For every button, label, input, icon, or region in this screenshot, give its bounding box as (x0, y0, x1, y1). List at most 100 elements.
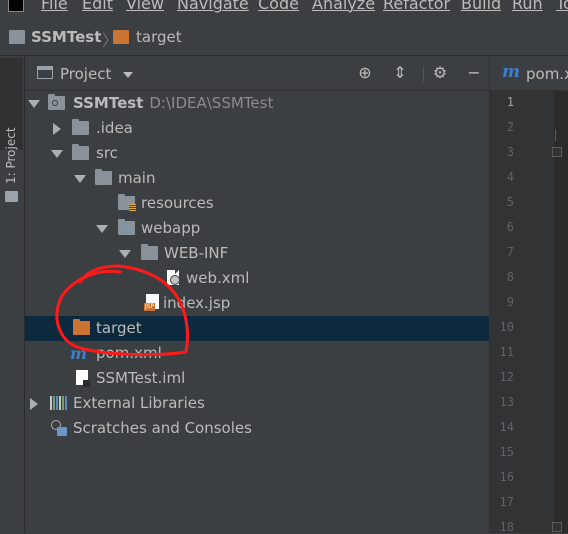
header-divider (423, 66, 424, 82)
menu-run[interactable]: Run (512, 0, 543, 13)
xml-file-icon (167, 270, 180, 285)
locate-target-icon[interactable]: ⊕ (356, 64, 374, 82)
tree-row-external-libraries[interactable]: External Libraries (25, 391, 489, 416)
tree-label-scratches: Scratches and Consoles (73, 419, 252, 437)
collapse-arrow-icon[interactable] (53, 123, 61, 135)
line-number: 18 (499, 520, 514, 534)
line-number: 12 (499, 370, 514, 384)
tree-row-resources[interactable]: resources (25, 191, 489, 216)
menu-edit[interactable]: Edit (82, 0, 113, 13)
module-folder-icon (48, 94, 65, 110)
line-number: 14 (499, 420, 514, 434)
hide-panel-icon[interactable]: − (465, 64, 483, 82)
menu-tools[interactable]: To (556, 0, 568, 13)
tree-row-ssmtest-iml[interactable]: SSMTest.iml (25, 366, 489, 391)
line-number: 4 (506, 170, 514, 184)
menu-code[interactable]: Code (258, 0, 299, 13)
iml-file-icon (76, 370, 90, 387)
tree-row-scratches[interactable]: Scratches and Consoles (25, 416, 489, 441)
tree-label-ssmtest-iml: SSMTest.iml (96, 369, 186, 387)
fold-marker-icon[interactable] (552, 147, 562, 157)
expand-arrow-icon[interactable] (96, 225, 108, 233)
expand-arrow-icon[interactable] (119, 250, 131, 258)
tree-label-main: main (118, 169, 156, 187)
maven-icon: m (502, 62, 520, 82)
tree-row-web-inf[interactable]: WEB-INF (25, 241, 489, 266)
line-number: 16 (499, 470, 514, 484)
project-path: D:\IDEA\SSMTest (149, 94, 274, 112)
line-number: 10 (499, 320, 514, 334)
line-number: 5 (506, 195, 514, 209)
tree-row-idea[interactable]: .idea (25, 116, 489, 141)
collapse-all-icon[interactable]: ⇕ (391, 64, 409, 82)
excluded-folder-icon (73, 319, 90, 335)
menu-build[interactable]: Build (461, 0, 501, 13)
expand-arrow-icon[interactable] (51, 150, 63, 158)
project-view-selector[interactable]: Project (60, 65, 111, 83)
menu-view[interactable]: View (126, 0, 164, 13)
editor-tab-bar: m pom.x (490, 56, 568, 91)
breadcrumb-target[interactable]: target (136, 28, 182, 46)
tree-row-index-jsp[interactable]: index.jsp (25, 291, 489, 316)
project-panel-header: Project ⊕ ⇕ ⚙ − (25, 56, 489, 91)
tree-label-webapp: webapp (141, 219, 201, 237)
line-number: 17 (499, 495, 514, 509)
tree-label-web-inf: WEB-INF (164, 244, 229, 262)
editor-tab-pom-xml[interactable]: pom.x (526, 65, 568, 83)
tree-label-web-xml: web.xml (186, 269, 250, 287)
breadcrumb-project[interactable]: SSMTest (31, 28, 101, 46)
folder-icon (5, 191, 18, 202)
fold-marker-icon[interactable] (552, 522, 562, 532)
tree-label-pom-xml: pom.xml (96, 344, 162, 362)
scratches-icon (51, 420, 67, 436)
menu-navigate[interactable]: Navigate (177, 0, 249, 13)
tree-row-web-xml[interactable]: web.xml (25, 266, 489, 291)
menu-analyze[interactable]: Analyze (312, 0, 375, 13)
libraries-icon (50, 396, 68, 410)
line-number: 8 (506, 270, 514, 284)
line-number: 1 (506, 95, 514, 109)
chevron-down-icon[interactable] (123, 72, 133, 78)
folder-icon (95, 169, 112, 185)
folder-icon (141, 244, 158, 260)
menu-refactor[interactable]: Refactor (383, 0, 450, 13)
app-logo-icon (8, 0, 24, 12)
folder-icon (72, 119, 89, 135)
folder-icon (72, 144, 89, 160)
expand-arrow-icon[interactable] (74, 175, 86, 183)
web-folder-icon (118, 219, 135, 235)
line-number: 7 (506, 245, 514, 259)
menu-bar: File Edit View Navigate Code Analyze Ref… (0, 0, 568, 20)
line-number: 3 (506, 145, 514, 159)
menu-file[interactable]: File (41, 0, 68, 13)
tree-row-src[interactable]: src (25, 141, 489, 166)
line-number: 13 (499, 395, 514, 409)
fold-guide (555, 129, 556, 141)
tree-label-src: src (96, 144, 118, 162)
tree-label-target: target (96, 319, 142, 337)
gear-icon[interactable]: ⚙ (431, 64, 449, 82)
editor-area: m pom.x 1 2 3 4 5 6 7 8 9 10 11 12 13 14… (489, 56, 568, 534)
jsp-file-icon (144, 294, 159, 311)
maven-icon: m (70, 344, 87, 363)
project-panel: Project ⊕ ⇕ ⚙ − SSMTest D:\IDEA\SSMTest .… (25, 56, 489, 533)
expand-arrow-icon[interactable] (28, 100, 40, 108)
line-number: 9 (506, 295, 514, 309)
line-number: 11 (499, 345, 514, 359)
tree-label-resources: resources (141, 194, 214, 212)
project-name: SSMTest (73, 94, 144, 112)
tree-row-pom-xml[interactable]: m pom.xml (25, 341, 489, 366)
tree-row-main[interactable]: main (25, 166, 489, 191)
line-number: 2 (506, 120, 514, 134)
tree-row-target[interactable]: target (25, 316, 489, 341)
navigation-bar: SSMTest 〉 target (0, 20, 568, 56)
tree-label-external-libraries: External Libraries (73, 394, 205, 412)
resources-folder-icon (118, 194, 136, 211)
line-number: 15 (499, 445, 514, 459)
tree-label-idea: .idea (96, 119, 133, 137)
line-number-gutter: 1 2 3 4 5 6 7 8 9 10 11 12 13 14 15 16 1… (490, 91, 562, 534)
tree-row-webapp[interactable]: webapp (25, 216, 489, 241)
tree-row-ssmtest[interactable]: SSMTest D:\IDEA\SSMTest (25, 91, 489, 116)
collapse-arrow-icon[interactable] (30, 398, 38, 410)
project-tool-window-button[interactable]: 1: Project (0, 58, 23, 202)
